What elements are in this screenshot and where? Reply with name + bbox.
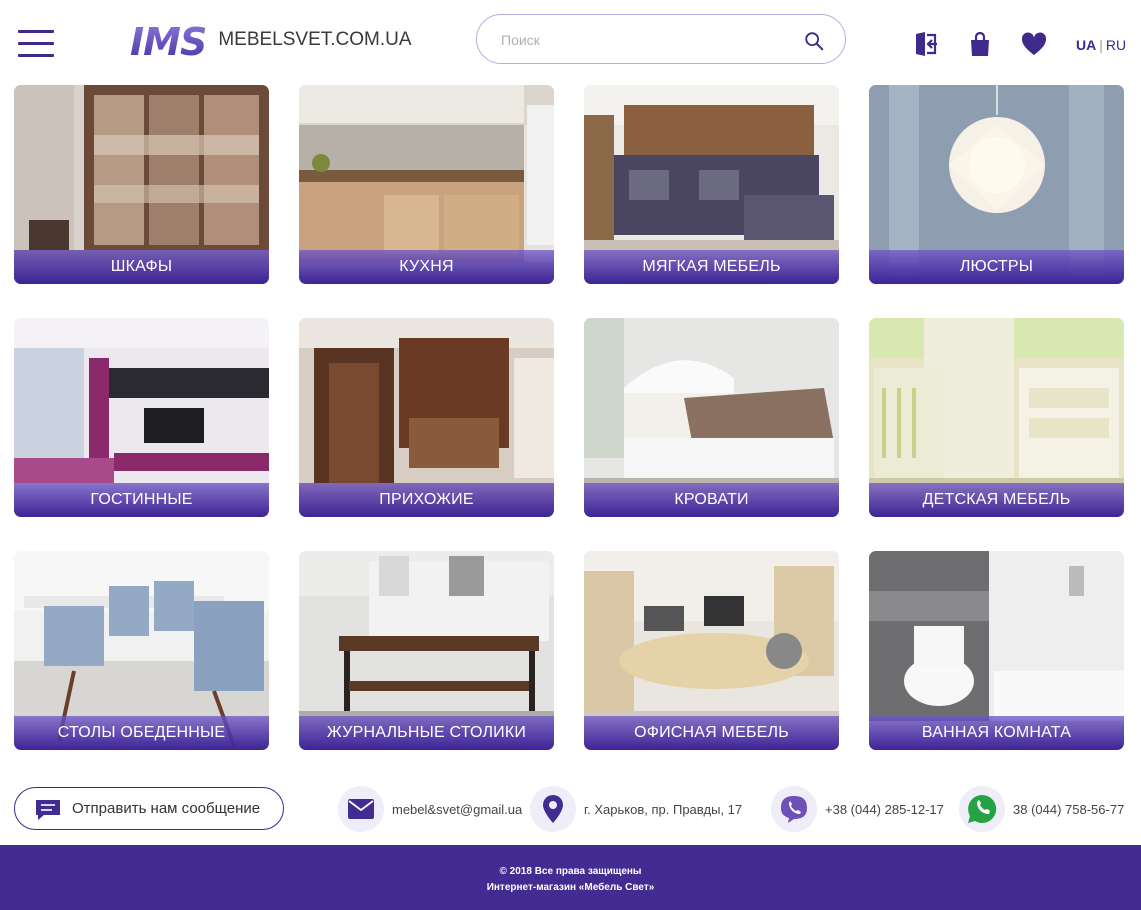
category-label: ШКАФЫ <box>14 250 269 284</box>
category-card-dining-tables[interactable]: СТОЛЫ ОБЕДЕННЫЕ <box>14 551 269 750</box>
category-label: КУХНЯ <box>299 250 554 284</box>
chat-icon <box>36 800 60 820</box>
logo[interactable]: IMS MEBELSVET.COM.UA <box>130 20 412 64</box>
location-pin-icon <box>543 795 563 823</box>
viber-circle <box>771 786 817 832</box>
lang-separator: | <box>1099 37 1103 53</box>
address-text: г. Харьков, пр. Правды, 17 <box>584 801 743 817</box>
contact-email[interactable]: mebel&svet@gmail.ua <box>338 786 522 832</box>
whatsapp-phone-text: 38 (044) 758-56-77 <box>1013 801 1125 817</box>
language-switcher: UA | RU <box>1076 37 1126 53</box>
viber-icon <box>781 796 807 823</box>
category-card-office[interactable]: ОФИСНАЯ МЕБЕЛЬ <box>584 551 839 750</box>
contact-whatsapp[interactable]: 38 (044) 758-56-77 <box>959 786 1124 832</box>
search-box <box>476 14 846 64</box>
category-label: ВАННАЯ КОМНАТА <box>869 716 1124 750</box>
category-label: ОФИСНАЯ МЕБЕЛЬ <box>584 716 839 750</box>
category-card-wardrobes[interactable]: ШКАФЫ <box>14 85 269 284</box>
login-icon[interactable] <box>913 31 939 57</box>
category-card-upholstered[interactable]: МЯГКАЯ МЕБЕЛЬ <box>584 85 839 284</box>
search-icon[interactable] <box>803 30 825 52</box>
category-label: ПРИХОЖИЕ <box>299 483 554 517</box>
menu-icon[interactable] <box>18 30 54 58</box>
category-card-kids[interactable]: ДЕТСКАЯ МЕБЕЛЬ <box>869 318 1124 517</box>
category-label: ДЕТСКАЯ МЕБЕЛЬ <box>869 483 1124 517</box>
category-card-chandeliers[interactable]: ЛЮСТРЫ <box>869 85 1124 284</box>
category-label: ГОСТИННЫЕ <box>14 483 269 517</box>
category-card-beds[interactable]: КРОВАТИ <box>584 318 839 517</box>
category-label: КРОВАТИ <box>584 483 839 517</box>
location-circle <box>530 786 576 832</box>
category-label: МЯГКАЯ МЕБЕЛЬ <box>584 250 839 284</box>
footer-shop-name: Интернет-магазин «Мебель Свет» <box>486 882 655 893</box>
send-message-label: Отправить нам сообщение <box>72 800 261 817</box>
email-text: mebel&svet@gmail.ua <box>392 801 523 817</box>
whatsapp-circle <box>959 786 1005 832</box>
whatsapp-icon <box>968 794 997 823</box>
send-message-button[interactable]: Отправить нам сообщение <box>14 787 284 830</box>
envelope-icon <box>348 799 374 819</box>
viber-phone-text: +38 (044) 285-12-17 <box>825 801 944 817</box>
category-label: СТОЛЫ ОБЕДЕННЫЕ <box>14 716 269 750</box>
category-card-coffee-tables[interactable]: ЖУРНАЛЬНЫЕ СТОЛИКИ <box>299 551 554 750</box>
heart-icon[interactable] <box>1021 31 1047 57</box>
logo-mark: IMS <box>130 20 207 64</box>
logo-text: MEBELSVET.COM.UA <box>218 29 412 50</box>
contact-viber[interactable]: +38 (044) 285-12-17 <box>771 786 944 832</box>
lang-ua[interactable]: UA <box>1076 37 1096 53</box>
footer-copyright: © 2018 Все права защищены <box>499 866 642 877</box>
category-card-bathroom[interactable]: ВАННАЯ КОМНАТА <box>869 551 1124 750</box>
category-card-hallways[interactable]: ПРИХОЖИЕ <box>299 318 554 517</box>
category-label: ЛЮСТРЫ <box>869 250 1124 284</box>
header: IMS MEBELSVET.COM.UA UA|RU <box>0 0 1141 84</box>
footer: © 2018 Все права защищены Интернет-магаз… <box>0 845 1141 910</box>
contact-address[interactable]: г. Харьков, пр. Правды, 17 <box>530 786 742 832</box>
search-input[interactable] <box>501 29 791 51</box>
category-card-living-rooms[interactable]: ГОСТИННЫЕ <box>14 318 269 517</box>
category-card-kitchen[interactable]: КУХНЯ <box>299 85 554 284</box>
envelope-circle <box>338 786 384 832</box>
lang-ru[interactable]: RU <box>1106 37 1126 53</box>
category-label: ЖУРНАЛЬНЫЕ СТОЛИКИ <box>299 716 554 750</box>
shopping-bag-icon[interactable] <box>967 31 993 57</box>
